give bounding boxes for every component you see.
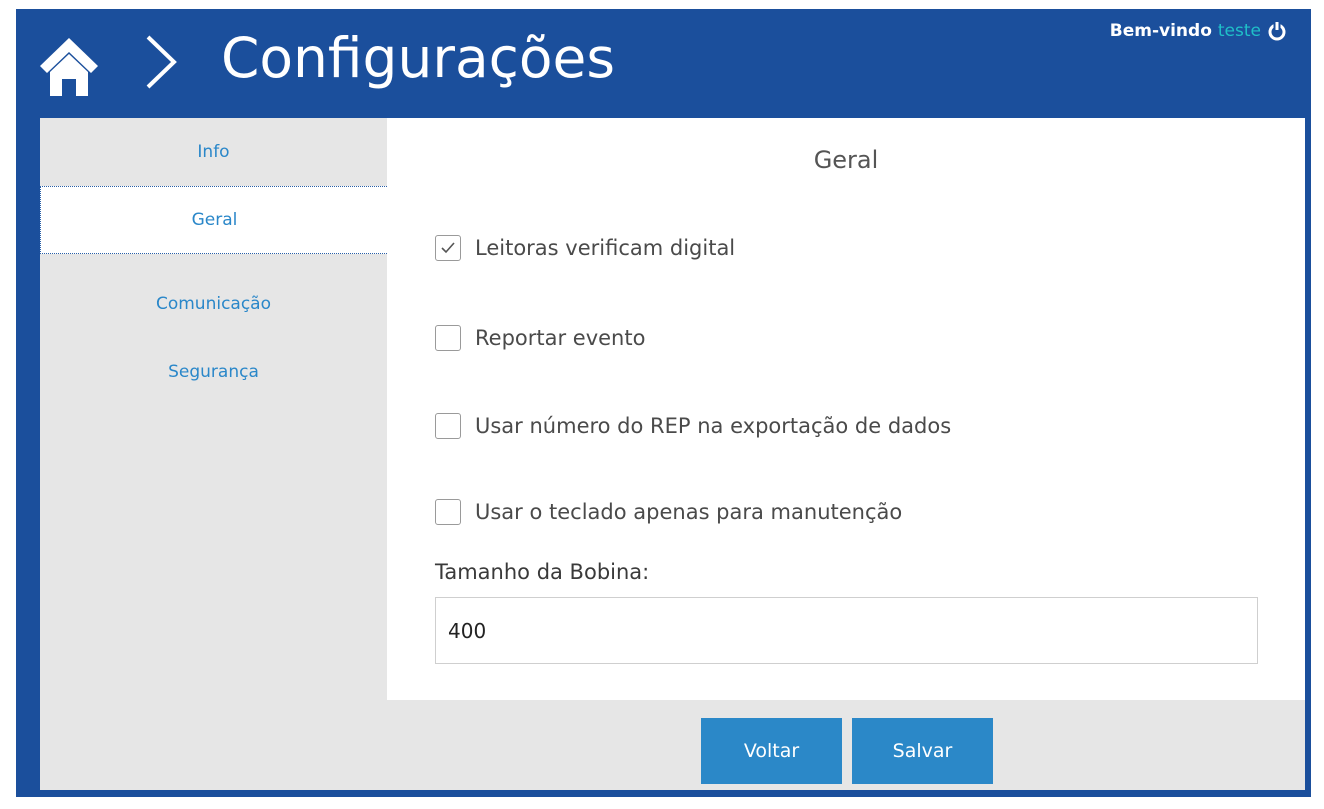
settings-panel: Info Geral Comunicação Segurança Geral L… — [40, 118, 1305, 790]
power-icon[interactable] — [1267, 21, 1287, 41]
option-label: Usar número do REP na exportação de dado… — [475, 414, 952, 438]
bobina-input[interactable] — [435, 597, 1258, 664]
back-button[interactable]: Voltar — [701, 718, 842, 784]
option-leitoras[interactable]: Leitoras verificam digital — [435, 231, 735, 265]
sidebar-item-label: Geral — [191, 210, 238, 230]
option-reportar[interactable]: Reportar evento — [435, 321, 645, 355]
bobina-label: Tamanho da Bobina: — [435, 560, 650, 584]
page-title: Configurações — [221, 26, 616, 90]
check-icon — [441, 242, 455, 254]
sidebar-item-label: Segurança — [168, 362, 259, 382]
checkbox-numero-rep[interactable] — [435, 413, 461, 439]
section-title: Geral — [813, 146, 879, 174]
sidebar-item-comunicacao[interactable]: Comunicação — [40, 270, 387, 338]
checkbox-reportar[interactable] — [435, 325, 461, 351]
welcome-area: Bem-vindo teste — [1110, 17, 1287, 45]
checkbox-leitoras[interactable] — [435, 235, 461, 261]
option-label: Usar o teclado apenas para manutenção — [475, 500, 903, 524]
sidebar-item-label: Info — [197, 142, 230, 162]
sidebar-item-geral[interactable]: Geral — [40, 186, 389, 254]
app-frame: Configurações Bem-vindo teste Info Geral… — [16, 9, 1311, 797]
username-link[interactable]: teste — [1218, 21, 1261, 41]
sidebar-item-info[interactable]: Info — [40, 118, 387, 186]
content-area: Geral Leitoras verificam digital Reporta… — [387, 118, 1305, 700]
save-button[interactable]: Salvar — [852, 718, 993, 784]
welcome-text: Bem-vindo — [1109, 21, 1212, 41]
option-label: Leitoras verificam digital — [475, 236, 736, 260]
option-numero-rep[interactable]: Usar número do REP na exportação de dado… — [435, 409, 951, 443]
home-icon[interactable] — [36, 32, 102, 98]
sidebar-item-seguranca[interactable]: Segurança — [40, 338, 387, 406]
sidebar-item-label: Comunicação — [155, 294, 272, 314]
option-label: Reportar evento — [475, 326, 646, 350]
checkbox-teclado[interactable] — [435, 499, 461, 525]
option-teclado[interactable]: Usar o teclado apenas para manutenção — [435, 495, 902, 529]
chevron-right-icon — [146, 35, 177, 89]
